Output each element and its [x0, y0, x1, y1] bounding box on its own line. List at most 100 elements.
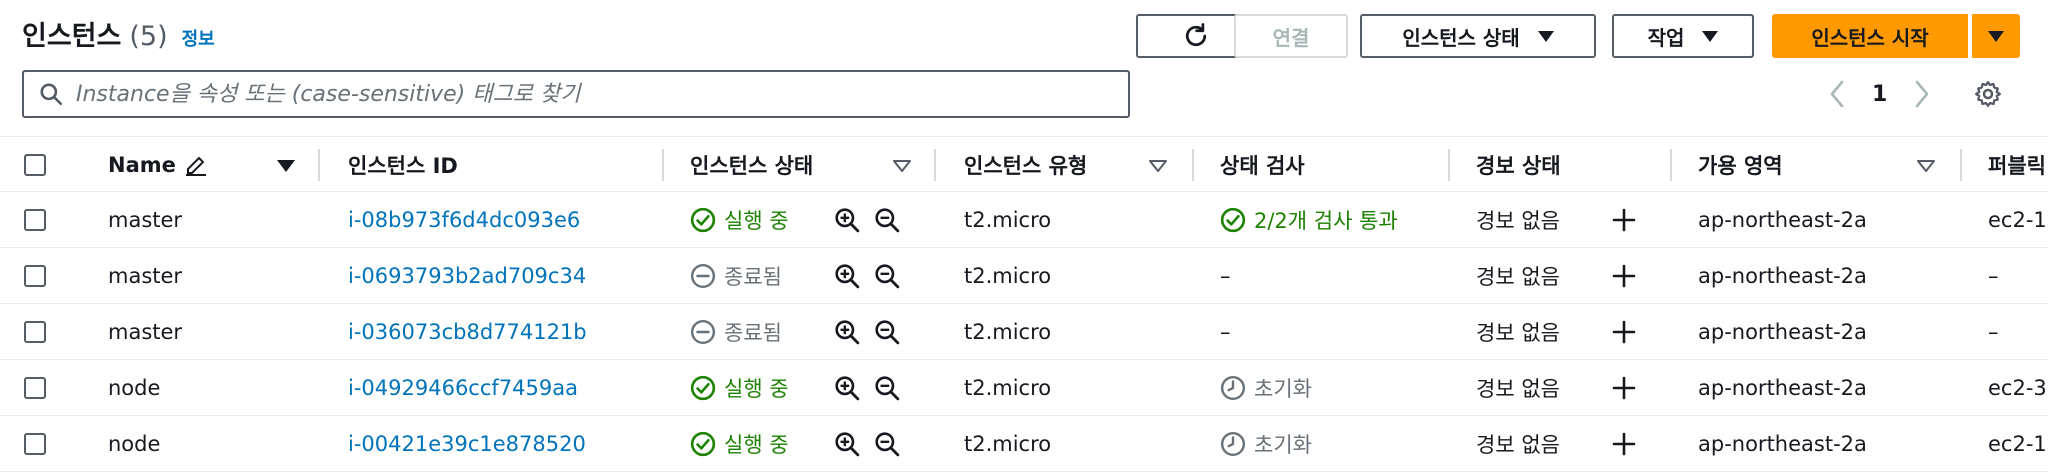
add-alarm-icon[interactable]: [1612, 208, 1636, 232]
status-check-label[interactable]: 2/2개 검사 통과: [1254, 205, 1398, 235]
public-dns: ec2-1: [1988, 432, 2047, 456]
caret-down-icon: [1988, 30, 2004, 42]
select-all-checkbox[interactable]: [24, 154, 46, 176]
launch-instances-button[interactable]: 인스턴스 시작: [1772, 14, 1968, 58]
instance-type: t2.micro: [964, 208, 1052, 232]
column-divider[interactable]: [318, 149, 320, 181]
instance-id-link[interactable]: i-0693793b2ad709c34: [348, 248, 586, 304]
instance-name: node: [108, 376, 161, 400]
edit-pencil-icon[interactable]: [184, 153, 208, 177]
actions-dropdown[interactable]: 작업: [1612, 14, 1754, 58]
column-divider[interactable]: [1448, 149, 1450, 181]
table-row[interactable]: node i-00421e39c1e878520 실행 중 t2.micro 초기화 경보…: [0, 416, 2048, 472]
search-box[interactable]: [22, 70, 1130, 118]
check-circle-icon: [1220, 207, 1246, 233]
chevron-left-icon[interactable]: [1826, 78, 1848, 110]
column-header-status-check[interactable]: 상태 검사: [1220, 137, 1305, 193]
instance-type: t2.micro: [964, 432, 1052, 456]
row-checkbox[interactable]: [24, 433, 46, 455]
instance-state: 실행 중: [690, 192, 789, 248]
status-check-label: 초기화: [1254, 377, 1312, 401]
instance-name: node: [108, 432, 161, 456]
page-number[interactable]: 1: [1872, 82, 1887, 107]
zoom-in-icon[interactable]: [834, 375, 860, 401]
table-row[interactable]: master i-036073cb8d774121b 종료됨 t2.micro – 경보 …: [0, 304, 2048, 360]
row-checkbox[interactable]: [24, 377, 46, 399]
zoom-out-icon[interactable]: [874, 207, 900, 233]
instance-name: master: [108, 264, 183, 288]
status-check: 2/2개 검사 통과: [1220, 192, 1398, 248]
column-divider[interactable]: [662, 149, 664, 181]
instance-type: t2.micro: [964, 264, 1052, 288]
actions-label: 작업: [1647, 25, 1685, 50]
page-title: 인스턴스: [22, 21, 122, 52]
instance-state-dropdown[interactable]: 인스턴스 상태: [1360, 14, 1596, 58]
instance-state: 종료됨: [690, 248, 782, 304]
row-checkbox[interactable]: [24, 265, 46, 287]
column-header-public-dns[interactable]: 퍼블릭: [1988, 137, 2046, 193]
zoom-in-icon[interactable]: [834, 207, 860, 233]
info-link[interactable]: 정보: [182, 25, 215, 51]
column-divider[interactable]: [1670, 149, 1672, 181]
sort-caret-icon[interactable]: [892, 159, 912, 173]
public-dns: ec2-1: [1988, 208, 2047, 232]
search-input[interactable]: [76, 81, 1076, 107]
column-header-availability-zone[interactable]: 가용 영역: [1698, 137, 1783, 193]
clock-icon: [1220, 375, 1246, 401]
instance-name: master: [108, 208, 183, 232]
refresh-icon: [1185, 23, 1207, 47]
connect-button[interactable]: 연결: [1234, 14, 1348, 58]
table-row[interactable]: master i-08b973f6d4dc093e6 실행 중 t2.micro 2/2…: [0, 192, 2048, 248]
table-row[interactable]: master i-0693793b2ad709c34 종료됨 t2.micro – 경보 …: [0, 248, 2048, 304]
instance-type: t2.micro: [964, 320, 1052, 344]
sort-caret-icon[interactable]: [1916, 159, 1936, 173]
public-dns: ec2-3: [1988, 376, 2047, 400]
sort-caret-icon[interactable]: [1148, 159, 1168, 173]
instance-id-link[interactable]: i-036073cb8d774121b: [348, 304, 587, 360]
column-divider[interactable]: [1192, 149, 1194, 181]
column-header-alarm-status[interactable]: 경보 상태: [1476, 137, 1561, 193]
add-alarm-icon[interactable]: [1612, 264, 1636, 288]
column-header-instance-id[interactable]: 인스턴스 ID: [348, 137, 458, 193]
settings-gear-icon[interactable]: [1973, 79, 2003, 109]
zoom-out-icon[interactable]: [874, 263, 900, 289]
filter-caret-icon[interactable]: [276, 159, 296, 173]
instance-state-label: 종료됨: [724, 321, 782, 345]
alarm-status: 경보 없음: [1476, 321, 1560, 345]
search-icon: [40, 83, 63, 106]
add-alarm-icon[interactable]: [1612, 376, 1636, 400]
column-header-instance-state[interactable]: 인스턴스 상태: [690, 137, 813, 193]
launch-options-dropdown[interactable]: [1972, 14, 2020, 58]
column-divider[interactable]: [934, 149, 936, 181]
instance-state-label: 실행 중: [724, 377, 789, 401]
table-header: Name 인스턴스 ID 인스턴스 상태 인스턴스 유형 상태 검사 경보 상태…: [0, 136, 2048, 192]
instance-state-label: 인스턴스 상태: [1402, 25, 1520, 50]
column-header-instance-type[interactable]: 인스턴스 유형: [964, 137, 1087, 193]
minus-circle-icon: [690, 263, 716, 289]
chevron-right-icon[interactable]: [1911, 78, 1933, 110]
pagination: 1: [1826, 72, 2003, 116]
column-divider[interactable]: [1960, 149, 1962, 181]
zoom-out-icon[interactable]: [874, 319, 900, 345]
row-checkbox[interactable]: [24, 209, 46, 231]
column-header-name[interactable]: Name: [108, 137, 208, 193]
add-alarm-icon[interactable]: [1612, 320, 1636, 344]
zoom-in-icon[interactable]: [834, 319, 860, 345]
status-check: –: [1220, 304, 1231, 360]
add-alarm-icon[interactable]: [1612, 432, 1636, 456]
check-circle-icon: [690, 431, 716, 457]
instance-state: 종료됨: [690, 304, 782, 360]
zoom-in-icon[interactable]: [834, 263, 860, 289]
zoom-out-icon[interactable]: [874, 431, 900, 457]
instance-id-link[interactable]: i-08b973f6d4dc093e6: [348, 192, 580, 248]
table-row[interactable]: node i-04929466ccf7459aa 실행 중 t2.micro 초기화 경보…: [0, 360, 2048, 416]
alarm-status: 경보 없음: [1476, 265, 1560, 289]
instance-id-link[interactable]: i-04929466ccf7459aa: [348, 360, 578, 416]
instance-id-link[interactable]: i-00421e39c1e878520: [348, 416, 586, 472]
status-check: 초기화: [1220, 416, 1312, 472]
instance-name: master: [108, 320, 183, 344]
zoom-in-icon[interactable]: [834, 431, 860, 457]
zoom-out-icon[interactable]: [874, 375, 900, 401]
row-checkbox[interactable]: [24, 321, 46, 343]
instance-state: 실행 중: [690, 416, 789, 472]
